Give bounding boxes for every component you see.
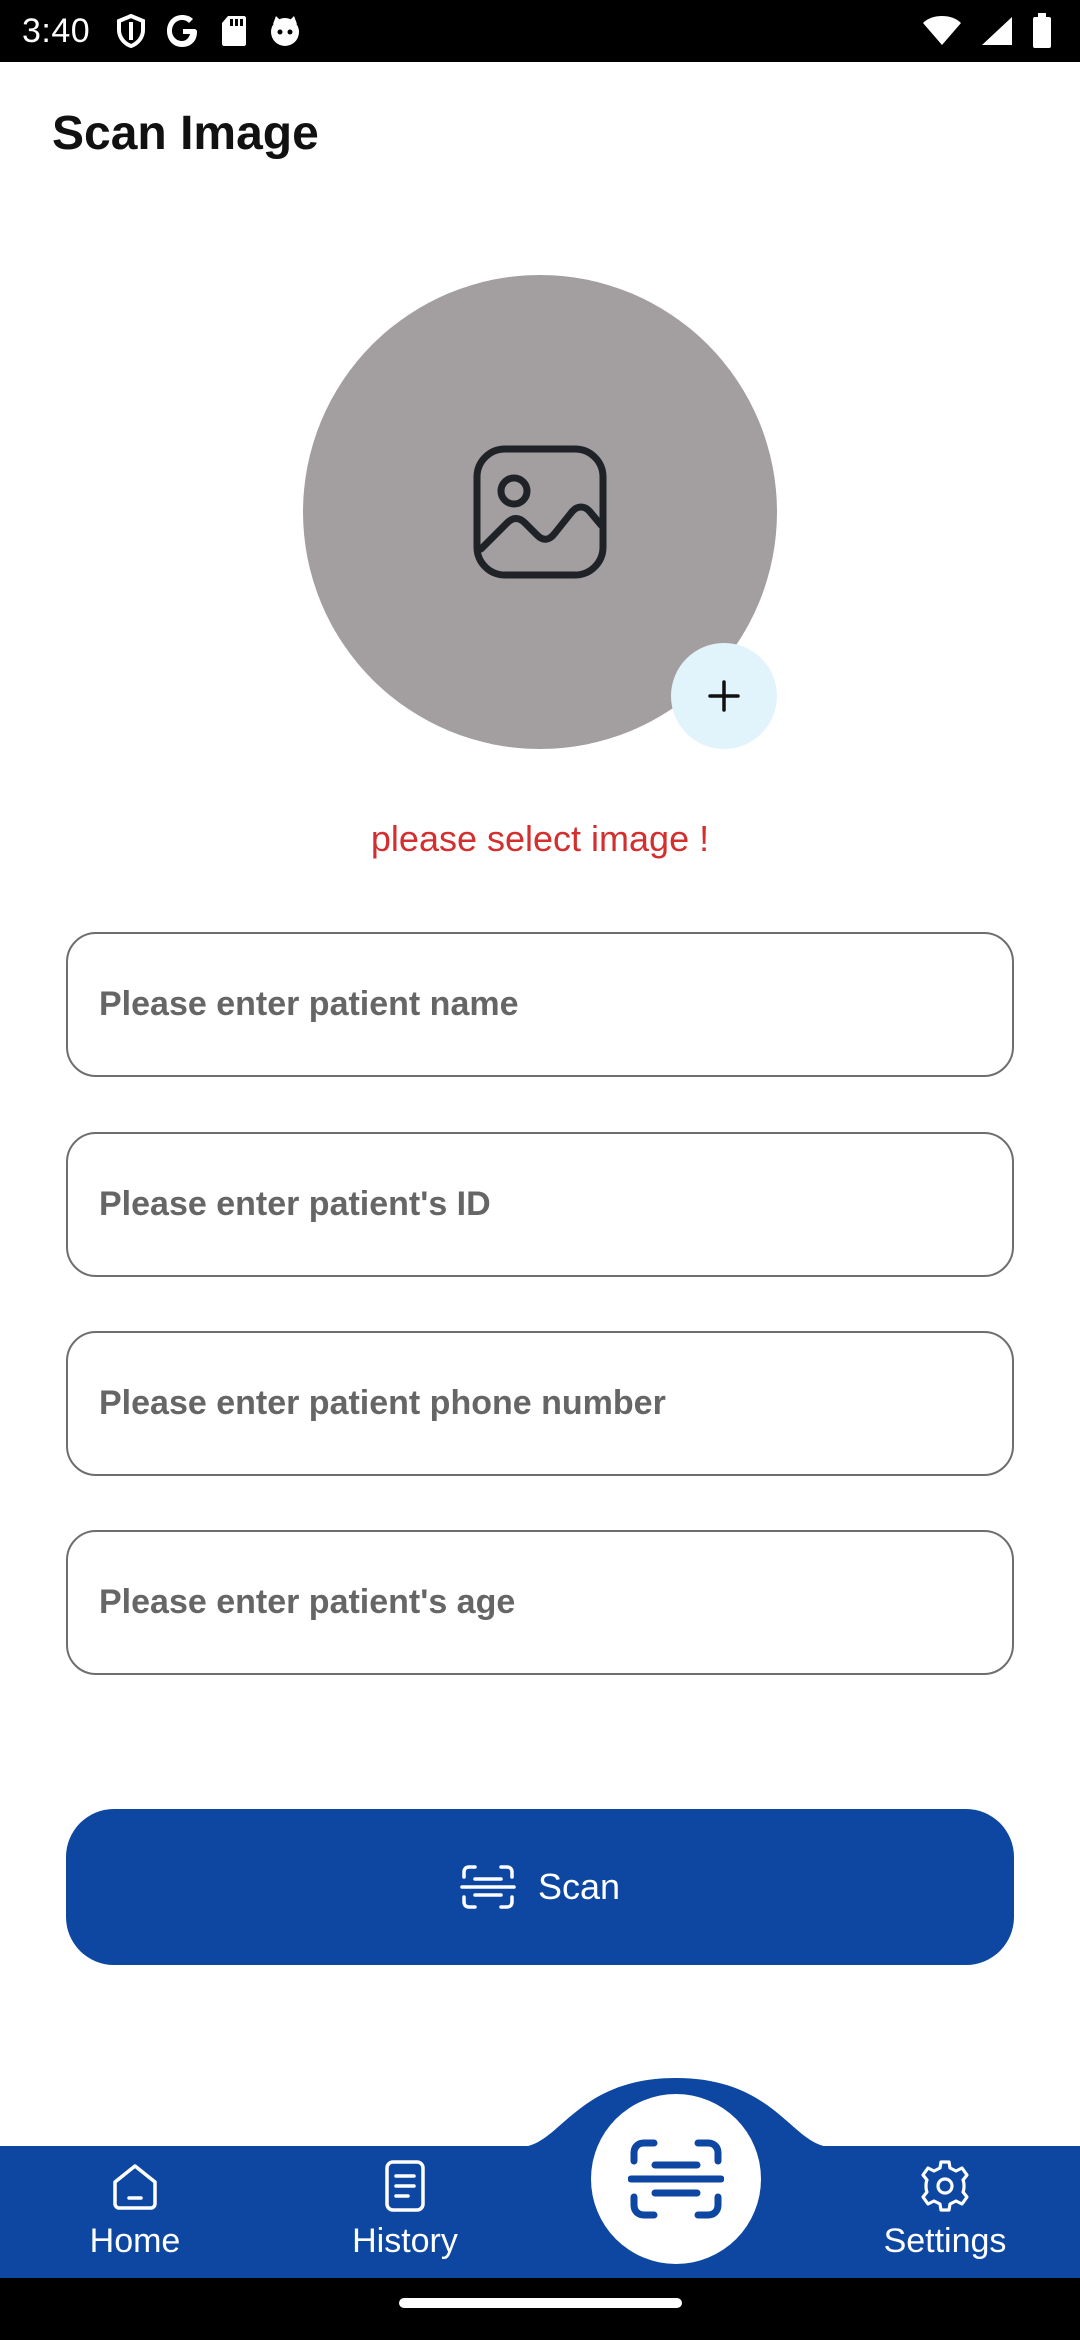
gear-icon (921, 2160, 969, 2212)
status-system-icons (922, 12, 1052, 50)
cat-icon (271, 16, 299, 46)
status-time: 3:40 (22, 12, 91, 50)
plus-icon (708, 680, 740, 712)
patient-phone-field[interactable]: Please enter patient phone number (66, 1331, 1014, 1476)
page-title: Scan Image (52, 107, 319, 160)
nav-item-history[interactable]: History (305, 2152, 505, 2272)
add-image-button[interactable] (671, 643, 777, 749)
scan-button[interactable]: Scan (66, 1809, 1014, 1965)
document-icon (385, 2160, 425, 2212)
nav-label-settings: Settings (883, 2222, 1007, 2260)
home-icon (113, 2164, 157, 2210)
image-error-message: please select image ! (370, 818, 710, 859)
sd-card-icon (222, 16, 246, 46)
home-gesture-handle[interactable] (399, 2298, 682, 2308)
patient-name-field[interactable]: Please enter patient name (66, 932, 1014, 1077)
patient-id-field[interactable]: Please enter patient's ID (66, 1132, 1014, 1277)
scan-icon (460, 1865, 516, 1909)
nav-label-history: History (352, 2222, 458, 2260)
patient-age-field[interactable]: Please enter patient's age (66, 1530, 1014, 1675)
signal-icon (982, 17, 1012, 45)
nav-label-home: Home (89, 2222, 181, 2260)
google-icon (167, 15, 197, 47)
battery-icon (1033, 13, 1051, 48)
status-notification-icons (116, 12, 302, 50)
nav-item-scan[interactable] (591, 2094, 761, 2264)
gesture-bar-area (0, 2278, 1080, 2340)
nav-item-settings[interactable]: Settings (845, 2152, 1045, 2272)
status-bar: 3:40 (0, 0, 1080, 62)
nav-bar-notch (520, 2078, 832, 2150)
wifi-icon (923, 16, 961, 45)
scan-button-label: Scan (537, 1866, 621, 1907)
shield-icon (117, 14, 145, 48)
nav-item-home[interactable]: Home (35, 2152, 235, 2272)
scan-icon (628, 2139, 724, 2219)
image-icon (473, 445, 607, 579)
